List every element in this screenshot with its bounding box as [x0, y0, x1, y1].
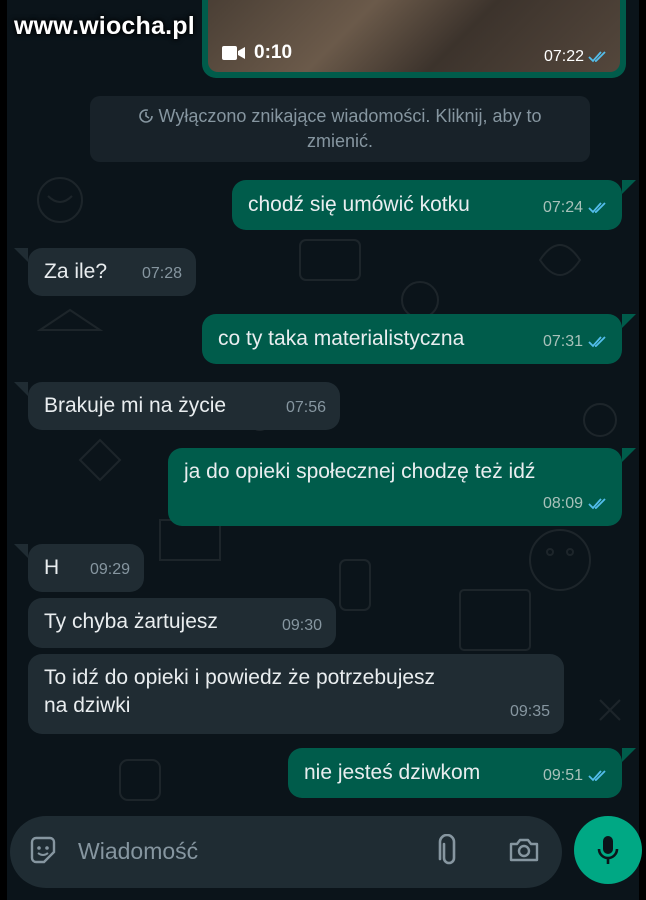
message-incoming[interactable]: H 09:29: [28, 544, 144, 592]
message-text: H: [44, 556, 60, 579]
sticker-smile-icon[interactable]: [28, 836, 58, 871]
message-time: 09:29: [89, 561, 130, 578]
message-time: 07:31: [542, 333, 583, 350]
bubble-tail: [622, 180, 636, 194]
message-time: 07:22: [543, 48, 584, 65]
message-meta: 09:30: [282, 612, 322, 640]
notice-line-2: zmienić.: [306, 131, 373, 151]
message-time: 08:09: [542, 495, 583, 512]
message-outgoing[interactable]: nie jesteś dziwkom 09:51: [288, 748, 622, 798]
message-text: Brakuje mi na życie: [44, 394, 227, 417]
notice-line-1: Wyłączono znikające wiadomości. Kliknij,…: [90, 104, 590, 129]
message-time: 07:56: [285, 399, 326, 416]
video-camera-icon: [222, 46, 245, 60]
double-check-icon: [588, 336, 606, 348]
site-watermark: www.wiocha.pl: [14, 12, 195, 40]
message-outgoing[interactable]: co ty taka materialistyczna 07:31: [202, 314, 622, 364]
double-check-icon: [588, 770, 606, 782]
message-text-line-2: na dziwki: [44, 694, 131, 717]
message-text: chodź się umówić kotku: [248, 193, 470, 216]
message-text: To idź do opieki i powiedz że potrzebuje…: [44, 666, 436, 689]
bubble-tail: [14, 544, 28, 558]
message-time: 07:24: [542, 199, 583, 216]
video-message-meta: 07:22: [544, 48, 608, 66]
message-text: nie jesteś dziwkom: [304, 761, 481, 784]
message-time: 07:28: [141, 265, 182, 282]
message-meta: 09:29: [90, 556, 130, 584]
bubble-tail: [14, 382, 28, 396]
message-incoming[interactable]: Ty chyba żartujesz 09:30: [28, 598, 336, 648]
message-text: co ty taka materialistyczna: [218, 327, 465, 350]
message-time: 09:51: [542, 767, 583, 784]
message-outgoing[interactable]: ja do opieki społecznej chodzę też idź 0…: [168, 448, 622, 526]
message-time: 09:30: [281, 617, 322, 634]
microphone-icon: [597, 836, 619, 864]
bubble-tail: [622, 748, 636, 762]
paperclip-icon[interactable]: [436, 833, 462, 873]
disappearing-messages-notice[interactable]: Wyłączono znikające wiadomości. Kliknij,…: [90, 96, 590, 162]
right-frame-border: [639, 0, 646, 900]
video-message[interactable]: 0:10 07:22: [202, 0, 626, 78]
double-check-icon: [588, 51, 606, 63]
message-meta: 07:31: [543, 328, 608, 356]
message-meta: 09:35: [510, 698, 550, 726]
message-text: Za ile?: [44, 260, 108, 283]
bubble-tail: [622, 314, 636, 328]
message-text: Ty chyba żartujesz: [44, 610, 218, 633]
message-meta: 09:51: [543, 762, 608, 790]
message-meta: 07:24: [543, 194, 608, 222]
left-frame-border: [0, 0, 7, 900]
message-meta: 07:28: [142, 260, 182, 288]
double-check-icon: [588, 202, 606, 214]
message-time: 09:35: [509, 703, 550, 720]
message-meta: 08:09: [543, 490, 608, 518]
camera-icon[interactable]: [508, 836, 540, 869]
video-duration-label: 0:10: [254, 42, 293, 63]
message-input[interactable]: Wiadomość: [78, 838, 198, 865]
message-text: ja do opieki społecznej chodzę też idź: [184, 460, 536, 483]
bubble-tail: [14, 248, 28, 262]
message-incoming[interactable]: Brakuje mi na życie 07:56: [28, 382, 340, 430]
double-check-icon: [588, 498, 606, 510]
message-incoming[interactable]: To idź do opieki i powiedz że potrzebuje…: [28, 654, 564, 734]
message-meta: 07:56: [286, 394, 326, 422]
message-composer[interactable]: Wiadomość: [10, 816, 562, 888]
bubble-tail: [622, 448, 636, 462]
timer-off-icon: [139, 109, 154, 123]
message-outgoing[interactable]: chodź się umówić kotku 07:24: [232, 180, 622, 230]
notice-text-1: Wyłączono znikające wiadomości. Kliknij,…: [158, 106, 542, 126]
message-incoming[interactable]: Za ile? 07:28: [28, 248, 196, 296]
video-duration: 0:10: [222, 42, 292, 64]
microphone-button[interactable]: [574, 816, 642, 884]
